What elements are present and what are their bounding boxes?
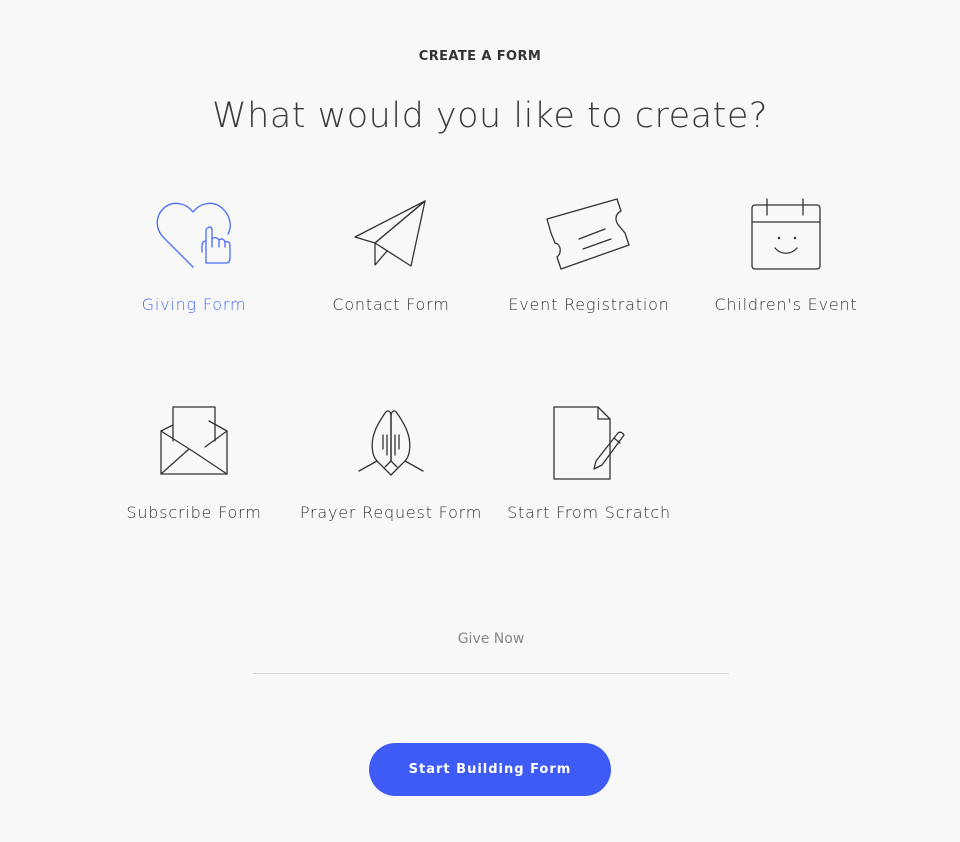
envelope-open-icon	[159, 405, 229, 477]
form-name-field-wrapper	[253, 625, 729, 674]
form-type-label: Children's Event	[714, 295, 858, 314]
form-type-label: Subscribe Form	[126, 503, 262, 522]
heart-hand-icon	[154, 197, 234, 269]
paper-plane-icon	[353, 197, 429, 269]
form-type-label: Prayer Request Form	[299, 503, 483, 522]
page-title: What would you like to create?	[212, 96, 768, 136]
form-type-label: Giving Form	[141, 295, 247, 314]
start-building-form-button[interactable]: Start Building Form	[369, 743, 611, 796]
form-type-childrens-event[interactable]: Children's Event	[691, 197, 881, 327]
ticket-icon	[543, 197, 635, 273]
form-type-prayer-request[interactable]: Prayer Request Form	[296, 405, 486, 555]
form-type-contact[interactable]: Contact Form	[296, 197, 486, 327]
create-form-page: CREATE A FORM What would you like to cre…	[0, 0, 960, 842]
form-type-giving[interactable]: Giving Form	[99, 197, 289, 327]
praying-hands-icon	[357, 405, 425, 477]
document-pencil-icon	[552, 405, 626, 481]
form-type-event-registration[interactable]: Event Registration	[494, 197, 684, 327]
form-type-label: Start From Scratch	[507, 503, 671, 522]
form-type-subscribe[interactable]: Subscribe Form	[99, 405, 289, 535]
form-type-start-from-scratch[interactable]: Start From Scratch	[494, 405, 684, 535]
calendar-smiley-icon	[750, 197, 822, 271]
form-name-input[interactable]	[253, 625, 729, 653]
form-type-label: Event Registration	[508, 295, 670, 314]
page-eyebrow: CREATE A FORM	[418, 49, 542, 64]
form-type-label: Contact Form	[332, 295, 450, 314]
